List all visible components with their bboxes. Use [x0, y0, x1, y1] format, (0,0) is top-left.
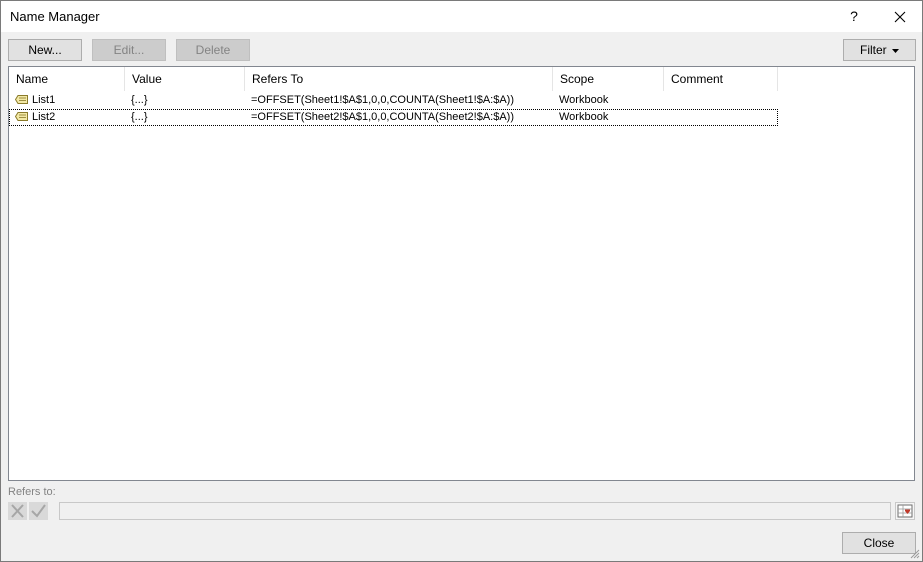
filter-button[interactable]: Filter	[843, 39, 916, 61]
cancel-edit-button[interactable]	[8, 502, 27, 520]
cancel-x-icon	[11, 504, 24, 518]
table-row[interactable]: List2 {...} =OFFSET(Sheet2!$A$1,0,0,COUN…	[9, 109, 778, 126]
dialog-title: Name Manager	[10, 9, 100, 24]
column-header-refers-to[interactable]: Refers To	[245, 67, 553, 91]
column-header-scope[interactable]: Scope	[553, 67, 664, 91]
dropdown-arrow-icon	[892, 48, 899, 53]
row-refers-to: =OFFSET(Sheet2!$A$1,0,0,COUNTA(Sheet2!$A…	[251, 111, 514, 123]
edit-button-label: Edit...	[113, 43, 145, 57]
table-row[interactable]: List1 {...} =OFFSET(Sheet1!$A$1,0,0,COUN…	[9, 92, 778, 109]
filter-button-label: Filter	[859, 43, 887, 57]
row-value: {...}	[131, 94, 148, 106]
names-list[interactable]: Name Value Refers To Scope Comment List1…	[8, 66, 915, 481]
row-scope: Workbook	[559, 111, 609, 123]
checkmark-icon	[31, 504, 46, 518]
refers-to-label: Refers to:	[8, 486, 56, 498]
column-header-comment[interactable]: Comment	[664, 67, 778, 91]
refers-to-input[interactable]	[59, 502, 891, 520]
list-header: Name Value Refers To Scope Comment	[9, 67, 779, 92]
new-button-label: New...	[28, 43, 62, 57]
row-value: {...}	[131, 111, 148, 123]
confirm-edit-button[interactable]	[29, 502, 48, 520]
close-icon	[894, 11, 906, 23]
delete-button-label: Delete	[195, 43, 231, 57]
delete-button[interactable]: Delete	[176, 39, 250, 61]
range-picker-button[interactable]	[895, 502, 915, 520]
row-refers-to: =OFFSET(Sheet1!$A$1,0,0,COUNTA(Sheet1!$A…	[251, 94, 514, 106]
name-manager-dialog: Name Manager ? New... Edit... Delete Fil…	[0, 0, 923, 562]
column-header-value[interactable]: Value	[125, 67, 245, 91]
title-bar: Name Manager ?	[1, 1, 922, 32]
close-button[interactable]: Close	[842, 532, 916, 554]
resize-grip-icon[interactable]	[910, 549, 920, 559]
range-picker-icon	[897, 504, 913, 518]
close-window-button[interactable]	[885, 3, 915, 30]
row-name: List2	[32, 111, 56, 123]
new-button[interactable]: New...	[8, 39, 82, 61]
named-range-icon	[15, 112, 28, 121]
named-range-icon	[15, 95, 28, 104]
close-button-label: Close	[863, 536, 895, 550]
help-button[interactable]: ?	[839, 3, 869, 30]
edit-button[interactable]: Edit...	[92, 39, 166, 61]
row-name: List1	[32, 94, 56, 106]
row-scope: Workbook	[559, 94, 609, 106]
column-header-name[interactable]: Name	[9, 67, 125, 91]
